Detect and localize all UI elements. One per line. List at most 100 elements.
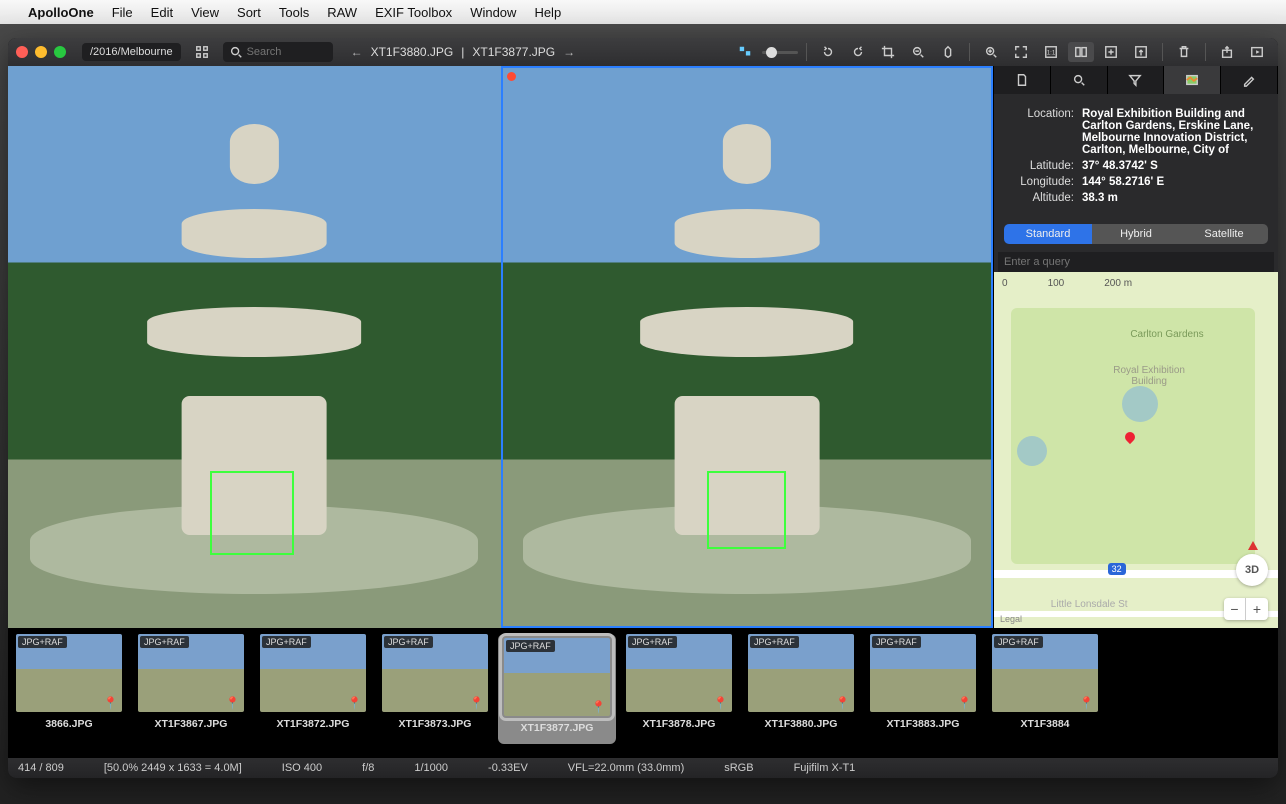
menu-view[interactable]: View	[191, 5, 219, 20]
map-mode-segment[interactable]: Standard Hybrid Satellite	[1004, 224, 1268, 244]
thumbnail-filename: XT1F3867.JPG	[155, 718, 228, 730]
thumbnail[interactable]: JPG+RAF📍3866.JPG	[10, 634, 128, 744]
format-badge: JPG+RAF	[872, 636, 921, 648]
map-mode-standard[interactable]: Standard	[1004, 224, 1092, 244]
map-3d-button[interactable]: 3D	[1236, 554, 1268, 586]
thumbnail-filename: XT1F3877.JPG	[521, 722, 594, 734]
svg-text:1:1: 1:1	[1047, 50, 1056, 57]
altitude-label: Altitude:	[1006, 192, 1074, 204]
geo-pin-icon: 📍	[347, 696, 362, 710]
right-pane[interactable]	[501, 66, 994, 628]
zoom-out-button[interactable]	[905, 42, 931, 62]
tab-filter[interactable]	[1108, 66, 1165, 94]
next-image-button[interactable]: →	[563, 45, 575, 59]
menu-window[interactable]: Window	[470, 5, 516, 20]
format-badge: JPG+RAF	[994, 636, 1043, 648]
titlebar: /2016/Melbourne ← XT1F3880.JPG | XT1F387…	[8, 38, 1278, 66]
fit-screen-button[interactable]	[1008, 42, 1034, 62]
map-route-shield: 32	[1108, 563, 1126, 575]
map-mode-hybrid[interactable]: Hybrid	[1092, 224, 1180, 244]
map-scale: 0 100 200 m	[1002, 278, 1132, 289]
geo-pin-icon: 📍	[469, 696, 484, 710]
map-query-input[interactable]	[998, 252, 1274, 272]
tab-map[interactable]	[1164, 66, 1221, 94]
thumbnail[interactable]: JPG+RAF📍XT1F3872.JPG	[254, 634, 372, 744]
grid-view-button[interactable]	[189, 42, 215, 62]
geo-pin-icon: 📍	[225, 696, 240, 710]
thumbnail-filename: XT1F3883.JPG	[887, 718, 960, 730]
thumbnail[interactable]: JPG+RAF📍 XT1F3877.JPG	[498, 634, 616, 744]
status-ev: -0.33EV	[488, 762, 528, 774]
add-to-compare-button[interactable]	[1098, 42, 1124, 62]
crop-button[interactable]	[875, 42, 901, 62]
thumbnail-filename: XT1F3873.JPG	[399, 718, 472, 730]
menu-edit[interactable]: Edit	[151, 5, 173, 20]
map-zoom-in-button[interactable]: +	[1246, 598, 1268, 620]
zoom-button[interactable]	[54, 46, 66, 58]
map-zoom-controls: − +	[1224, 598, 1268, 620]
thumbnail[interactable]: JPG+RAF📍XT1F3884	[986, 634, 1104, 744]
app-name[interactable]: ApolloOne	[28, 5, 94, 20]
tab-info[interactable]	[994, 66, 1051, 94]
thumbnail[interactable]: JPG+RAF📍XT1F3878.JPG	[620, 634, 738, 744]
menu-tools[interactable]: Tools	[279, 5, 309, 20]
path-display[interactable]: /2016/Melbourne	[82, 43, 181, 61]
geo-pin-icon: 📍	[835, 696, 850, 710]
compass-icon[interactable]	[1248, 541, 1258, 550]
thumbnail[interactable]: JPG+RAF 📍 XT1F3873.JPG	[376, 634, 494, 744]
tab-loupe[interactable]	[1051, 66, 1108, 94]
format-badge: JPG+RAF	[262, 636, 311, 648]
thumbnail[interactable]: JPG+RAF📍XT1F3883.JPG	[864, 634, 982, 744]
export-frame-button[interactable]	[1128, 42, 1154, 62]
rotate-ccw-button[interactable]	[815, 42, 841, 62]
sidebar-tabs	[994, 66, 1278, 94]
geo-pin-icon: 📍	[103, 696, 118, 710]
title-divider: |	[461, 45, 464, 59]
menu-sort[interactable]: Sort	[237, 5, 261, 20]
close-button[interactable]	[16, 46, 28, 58]
status-dims: [50.0% 2449 x 1633 = 4.0M]	[104, 762, 242, 774]
map-road-label: Little Lonsdale St	[1051, 599, 1128, 610]
right-image-name: XT1F3877.JPG	[472, 45, 555, 59]
search-input[interactable]	[247, 46, 327, 58]
geo-pin-icon: 📍	[591, 700, 606, 714]
app-window: /2016/Melbourne ← XT1F3880.JPG | XT1F387…	[8, 38, 1278, 778]
zoom-slider[interactable]	[762, 51, 798, 54]
altitude-value: 38.3 m	[1082, 192, 1266, 204]
format-badge: JPG+RAF	[140, 636, 189, 648]
thumbnail[interactable]: JPG+RAF 📍 XT1F3867.JPG	[132, 634, 250, 744]
actual-size-button[interactable]: 1:1	[1038, 42, 1064, 62]
left-pane[interactable]	[8, 66, 501, 628]
thumbnail-filename: XT1F3884	[1020, 718, 1069, 730]
thumbnail-filename: XT1F3878.JPG	[643, 718, 716, 730]
slideshow-button[interactable]	[1244, 42, 1270, 62]
thumbnail-image: JPG+RAF📍	[504, 638, 610, 716]
tag-button[interactable]	[935, 42, 961, 62]
menu-exif[interactable]: EXIF Toolbox	[375, 5, 452, 20]
status-count: 414 / 809	[18, 762, 64, 774]
minimize-button[interactable]	[35, 46, 47, 58]
menu-file[interactable]: File	[112, 5, 133, 20]
format-badge: JPG+RAF	[384, 636, 433, 648]
thumbnail[interactable]: JPG+RAF📍XT1F3880.JPG	[742, 634, 860, 744]
thumbnail-image: JPG+RAF📍	[16, 634, 122, 712]
align-top-icon[interactable]	[732, 42, 758, 62]
zoom-in-button[interactable]	[978, 42, 1004, 62]
share-button[interactable]	[1214, 42, 1240, 62]
trash-button[interactable]	[1171, 42, 1197, 62]
compare-button[interactable]	[1068, 42, 1094, 62]
map-legal-link[interactable]: Legal	[1000, 614, 1022, 624]
prev-image-button[interactable]: ←	[351, 45, 363, 59]
search-field[interactable]	[223, 42, 333, 62]
filmstrip[interactable]: JPG+RAF📍3866.JPGJPG+RAF📍XT1F3867.JPGJPG+…	[8, 628, 1278, 758]
map-view[interactable]: 0 100 200 m Carlton Gardens Royal Exhibi…	[994, 272, 1278, 628]
map-mode-satellite[interactable]: Satellite	[1180, 224, 1268, 244]
rotate-cw-button[interactable]	[845, 42, 871, 62]
map-label-building: Royal Exhibition Building	[1113, 365, 1185, 387]
tab-edit[interactable]	[1221, 66, 1278, 94]
status-iso: ISO 400	[282, 762, 322, 774]
map-zoom-out-button[interactable]: −	[1224, 598, 1246, 620]
menu-raw[interactable]: RAW	[327, 5, 357, 20]
status-aperture: f/8	[362, 762, 374, 774]
menu-help[interactable]: Help	[534, 5, 561, 20]
